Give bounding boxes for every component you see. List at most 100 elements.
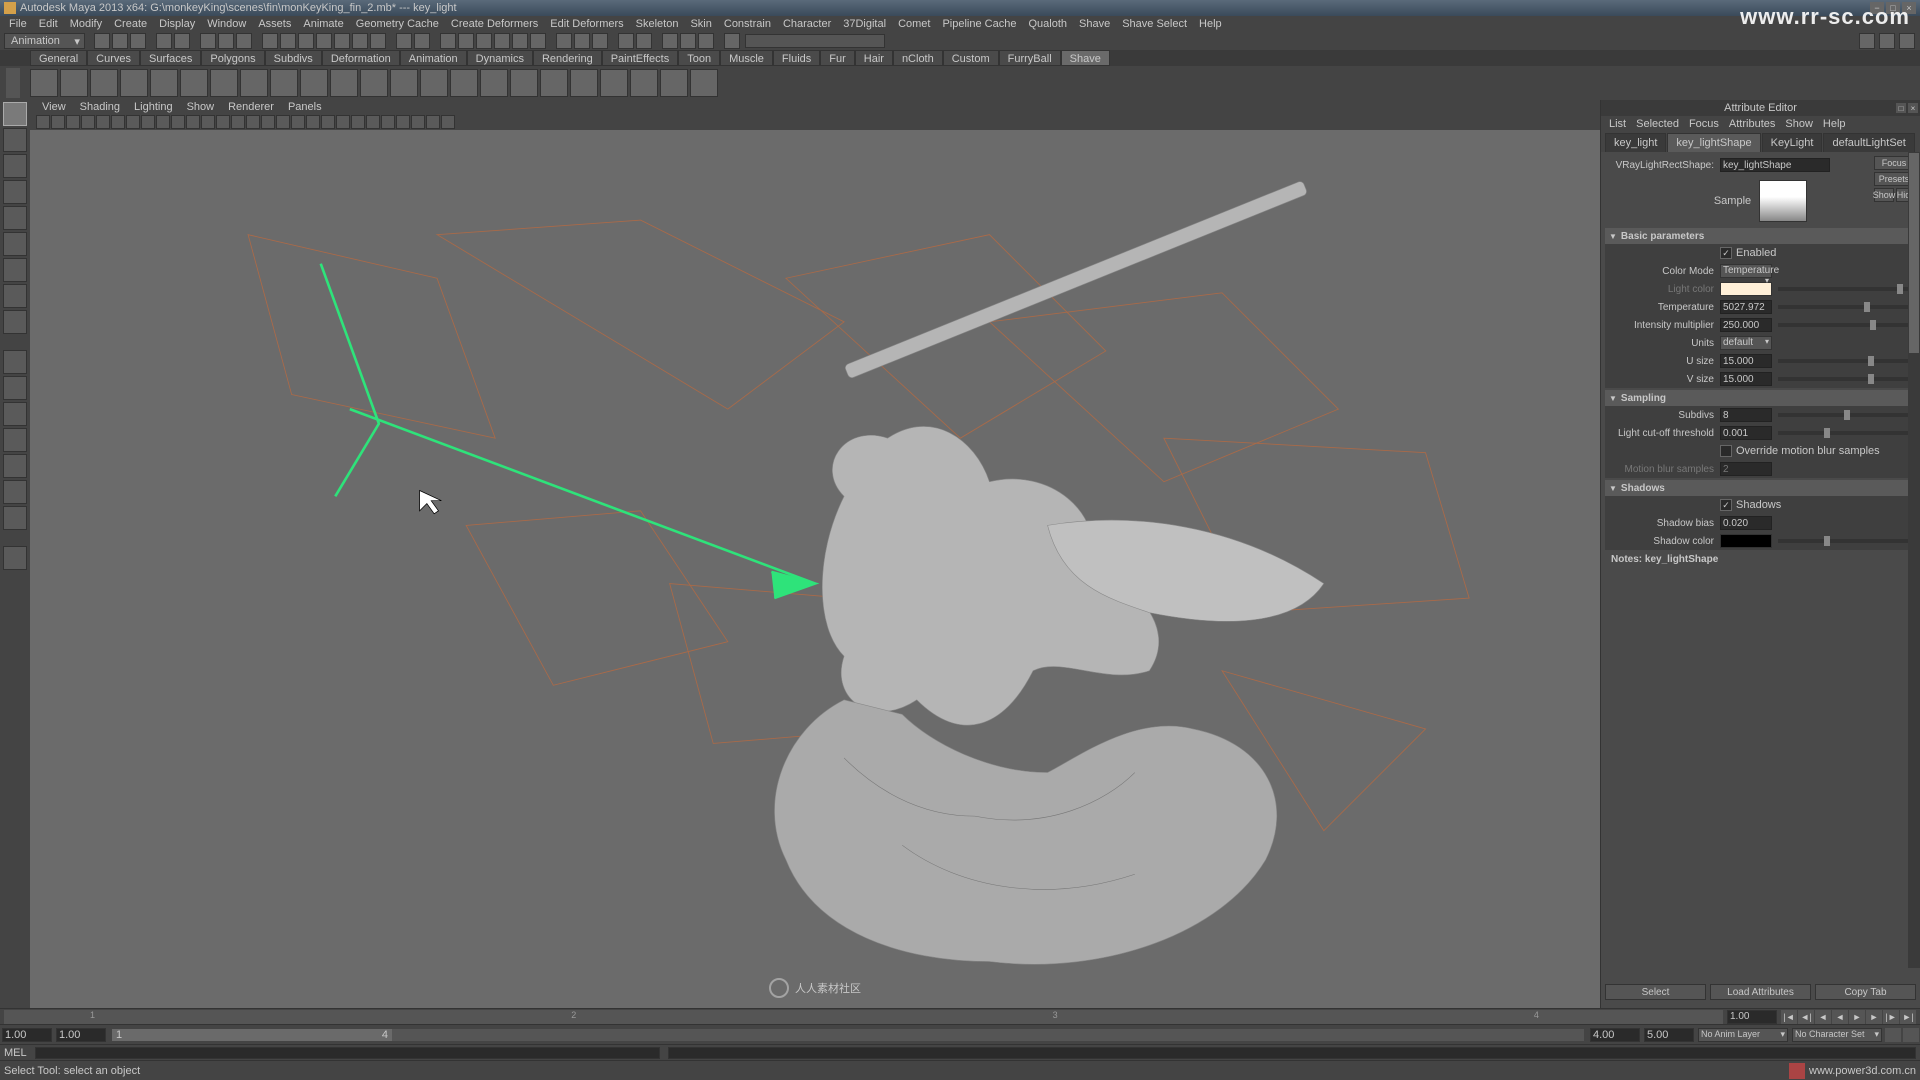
channel-toggle-icon[interactable] [1899,33,1915,49]
shelf-icon[interactable] [150,69,178,97]
sampling-header[interactable]: Sampling [1605,390,1916,406]
shelf-icon[interactable] [330,69,358,97]
layout-three[interactable] [3,454,27,478]
shelf-tab-hair[interactable]: Hair [855,50,893,66]
panel-tool-icon[interactable] [156,115,170,129]
snap-point-icon[interactable] [298,33,314,49]
layout2-icon[interactable] [574,33,590,49]
module-selector[interactable]: Animation [4,33,85,49]
panel-tool-icon[interactable] [261,115,275,129]
override-mb-checkbox[interactable] [1720,445,1732,457]
shelf-tab-dynamics[interactable]: Dynamics [467,50,533,66]
shelf-tab-subdivs[interactable]: Subdivs [265,50,322,66]
attr-min-icon[interactable]: □ [1896,103,1906,113]
panel-tool-icon[interactable] [51,115,65,129]
shelf-tab-curves[interactable]: Curves [87,50,140,66]
step-fwd-icon[interactable]: ► [1866,1010,1882,1024]
menu-create-deformers[interactable]: Create Deformers [446,17,543,31]
range-track[interactable]: 14 [112,1029,1584,1041]
attr-menu-attributes[interactable]: Attributes [1725,118,1779,130]
new-scene-icon[interactable] [94,33,110,49]
menu-skin[interactable]: Skin [685,17,716,31]
attr-toggle-icon[interactable] [1879,33,1895,49]
menu-create[interactable]: Create [109,17,152,31]
range-start-inner[interactable]: 1.00 [56,1028,106,1042]
script-editor-icon[interactable] [1789,1063,1805,1079]
layout-four[interactable] [3,376,27,400]
attr-close-icon[interactable]: × [1908,103,1918,113]
shelf-icon[interactable] [60,69,88,97]
tool4-icon[interactable] [724,33,740,49]
cmd-lang-label[interactable]: MEL [0,1047,31,1059]
search-input[interactable] [745,34,885,48]
autokey-icon[interactable] [1885,1028,1901,1042]
panel-tool-icon[interactable] [66,115,80,129]
panel-tool-icon[interactable] [396,115,410,129]
char-set-select[interactable]: No Character Set [1792,1028,1882,1042]
time-slider[interactable]: 1234 1.00 |◄ ◄| ◄ ◄ ► ► |► ►| [0,1008,1920,1024]
panel-tool-icon[interactable] [36,115,50,129]
attr-menu-list[interactable]: List [1605,118,1630,130]
shelf-icon[interactable] [600,69,628,97]
attr-menu-selected[interactable]: Selected [1632,118,1683,130]
shelf-tab-general[interactable]: General [30,50,87,66]
step-back-icon[interactable]: ◄ [1815,1010,1831,1024]
node-name-field[interactable]: key_lightShape [1720,158,1830,172]
color-mode-select[interactable]: Temperature [1720,264,1772,278]
panel-tool-icon[interactable] [321,115,335,129]
panel-tool-icon[interactable] [81,115,95,129]
shelf-tab-custom[interactable]: Custom [943,50,999,66]
menu-geometry-cache[interactable]: Geometry Cache [351,17,444,31]
layout-persp[interactable] [3,480,27,504]
shelf-icon[interactable] [570,69,598,97]
panel-tool-icon[interactable] [171,115,185,129]
layout-two-v[interactable] [3,428,27,452]
viewport[interactable]: 人人素材社区 [30,130,1600,1008]
intensity-slider[interactable] [1778,323,1910,327]
shelf-icon[interactable] [660,69,688,97]
snap-curve-icon[interactable] [280,33,296,49]
shadow-color-swatch[interactable] [1720,534,1772,548]
select-icon[interactable] [200,33,216,49]
range-start-outer[interactable]: 1.00 [2,1028,52,1042]
panel-tool-icon[interactable] [336,115,350,129]
shelf-icon[interactable] [480,69,508,97]
select-tool[interactable] [3,102,27,126]
units-select[interactable]: default [1720,336,1772,350]
panel-menu-show[interactable]: Show [181,101,221,113]
shelf-icon[interactable] [630,69,658,97]
history-icon[interactable] [396,33,412,49]
shelf-icon[interactable] [420,69,448,97]
layout-two-h[interactable] [3,402,27,426]
layout-single[interactable] [3,350,27,374]
panel-tool-icon[interactable] [231,115,245,129]
cutoff-slider[interactable] [1778,431,1910,435]
panel-tool-icon[interactable] [381,115,395,129]
cutoff-field[interactable]: 0.001 [1720,426,1772,440]
panel-tool-icon[interactable] [126,115,140,129]
shelf-tab-deformation[interactable]: Deformation [322,50,400,66]
hypershade-icon[interactable] [512,33,528,49]
attr-menu-help[interactable]: Help [1819,118,1850,130]
shelf-icon[interactable] [690,69,718,97]
panel-menu-view[interactable]: View [36,101,72,113]
go-start-icon[interactable]: |◄ [1781,1010,1797,1024]
shelf-icon[interactable] [240,69,268,97]
shelf-icon[interactable] [450,69,478,97]
time-track[interactable]: 1234 [4,1010,1723,1024]
menu-help[interactable]: Help [1194,17,1227,31]
menu-pipeline-cache[interactable]: Pipeline Cache [937,17,1021,31]
shelf-icon[interactable] [270,69,298,97]
vsize-slider[interactable] [1778,377,1910,381]
shelf-icon[interactable] [390,69,418,97]
range-handle[interactable]: 14 [112,1029,392,1041]
shelf-icon[interactable] [300,69,328,97]
move-tool[interactable] [3,180,27,204]
panel-tool-icon[interactable] [411,115,425,129]
panel-tool-icon[interactable] [216,115,230,129]
render-globals-icon[interactable] [530,33,546,49]
render-view-icon[interactable] [494,33,510,49]
light-color-slider[interactable] [1778,287,1910,291]
snap-live2-icon[interactable] [352,33,368,49]
attr-scrollbar[interactable] [1908,152,1920,968]
